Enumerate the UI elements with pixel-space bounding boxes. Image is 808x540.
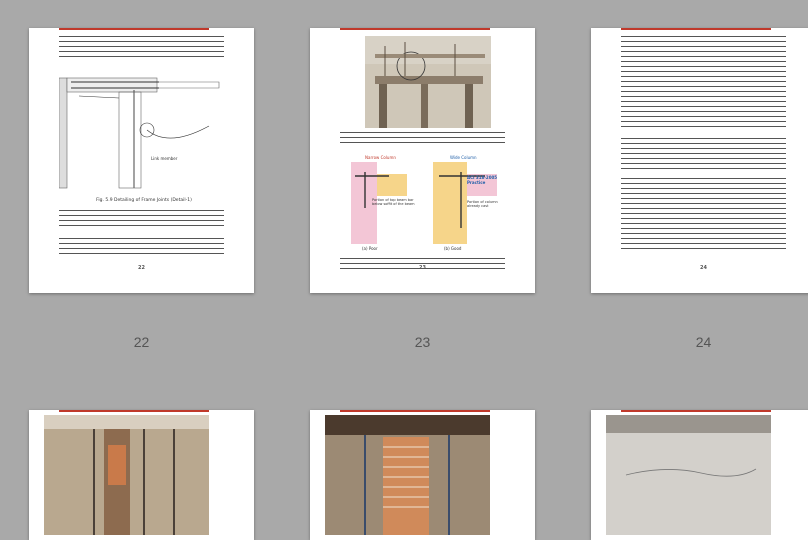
text-block <box>59 208 224 230</box>
page-number: 24 <box>700 265 707 271</box>
frame-joint-detail-figure: Link member <box>59 77 220 189</box>
good-label: (b) Good <box>444 246 462 251</box>
damaged-column-photo <box>44 415 209 535</box>
page-header-line <box>340 410 490 412</box>
page-number: 22 <box>138 265 145 271</box>
page-header-line <box>621 410 771 412</box>
text-block <box>340 130 505 146</box>
text-block <box>621 136 786 170</box>
page-number: 23 <box>419 265 426 271</box>
page-thumbnail-22[interactable]: Link member Fig. 5.9 Detailing of Frame … <box>29 28 254 293</box>
wide-column-label: Wide Column <box>450 155 477 160</box>
text-block <box>621 176 786 252</box>
portion-column-label: Portion of column already cast <box>467 200 498 208</box>
building-frame-photo <box>365 36 491 128</box>
column-comparison-figure <box>351 162 497 244</box>
page-header-line <box>59 28 209 30</box>
page-thumbnail-24[interactable]: 24 <box>591 28 808 293</box>
page-thumbnail-27[interactable] <box>591 410 808 540</box>
cracked-wall-photo <box>606 415 771 535</box>
text-block <box>621 34 786 130</box>
page-thumbnail-23[interactable]: Narrow Column Wide Column ACI 318-2005 P… <box>310 28 535 293</box>
portion-top-label: Portion of top beam bar below soffit of … <box>372 198 415 206</box>
poor-label: (a) Poor <box>362 246 378 251</box>
text-block <box>59 236 224 254</box>
aci-label: ACI 318-2005 Practice <box>467 175 498 185</box>
brick-column-photo <box>325 415 490 535</box>
page-header-line <box>621 28 771 30</box>
page-label-24: 24 <box>695 334 712 350</box>
page-thumbnail-26[interactable] <box>310 410 535 540</box>
page-header-line <box>340 28 490 30</box>
link-member-label: Link member <box>151 156 178 161</box>
text-block <box>59 34 224 60</box>
narrow-column-label: Narrow Column <box>365 155 396 160</box>
page-label-22: 22 <box>133 334 150 350</box>
figure-caption: Fig. 5.9 Detailing of Frame Joints (Deta… <box>96 198 192 203</box>
page-thumbnail-25[interactable] <box>29 410 254 540</box>
page-label-23: 23 <box>414 334 431 350</box>
page-header-line <box>59 410 209 412</box>
